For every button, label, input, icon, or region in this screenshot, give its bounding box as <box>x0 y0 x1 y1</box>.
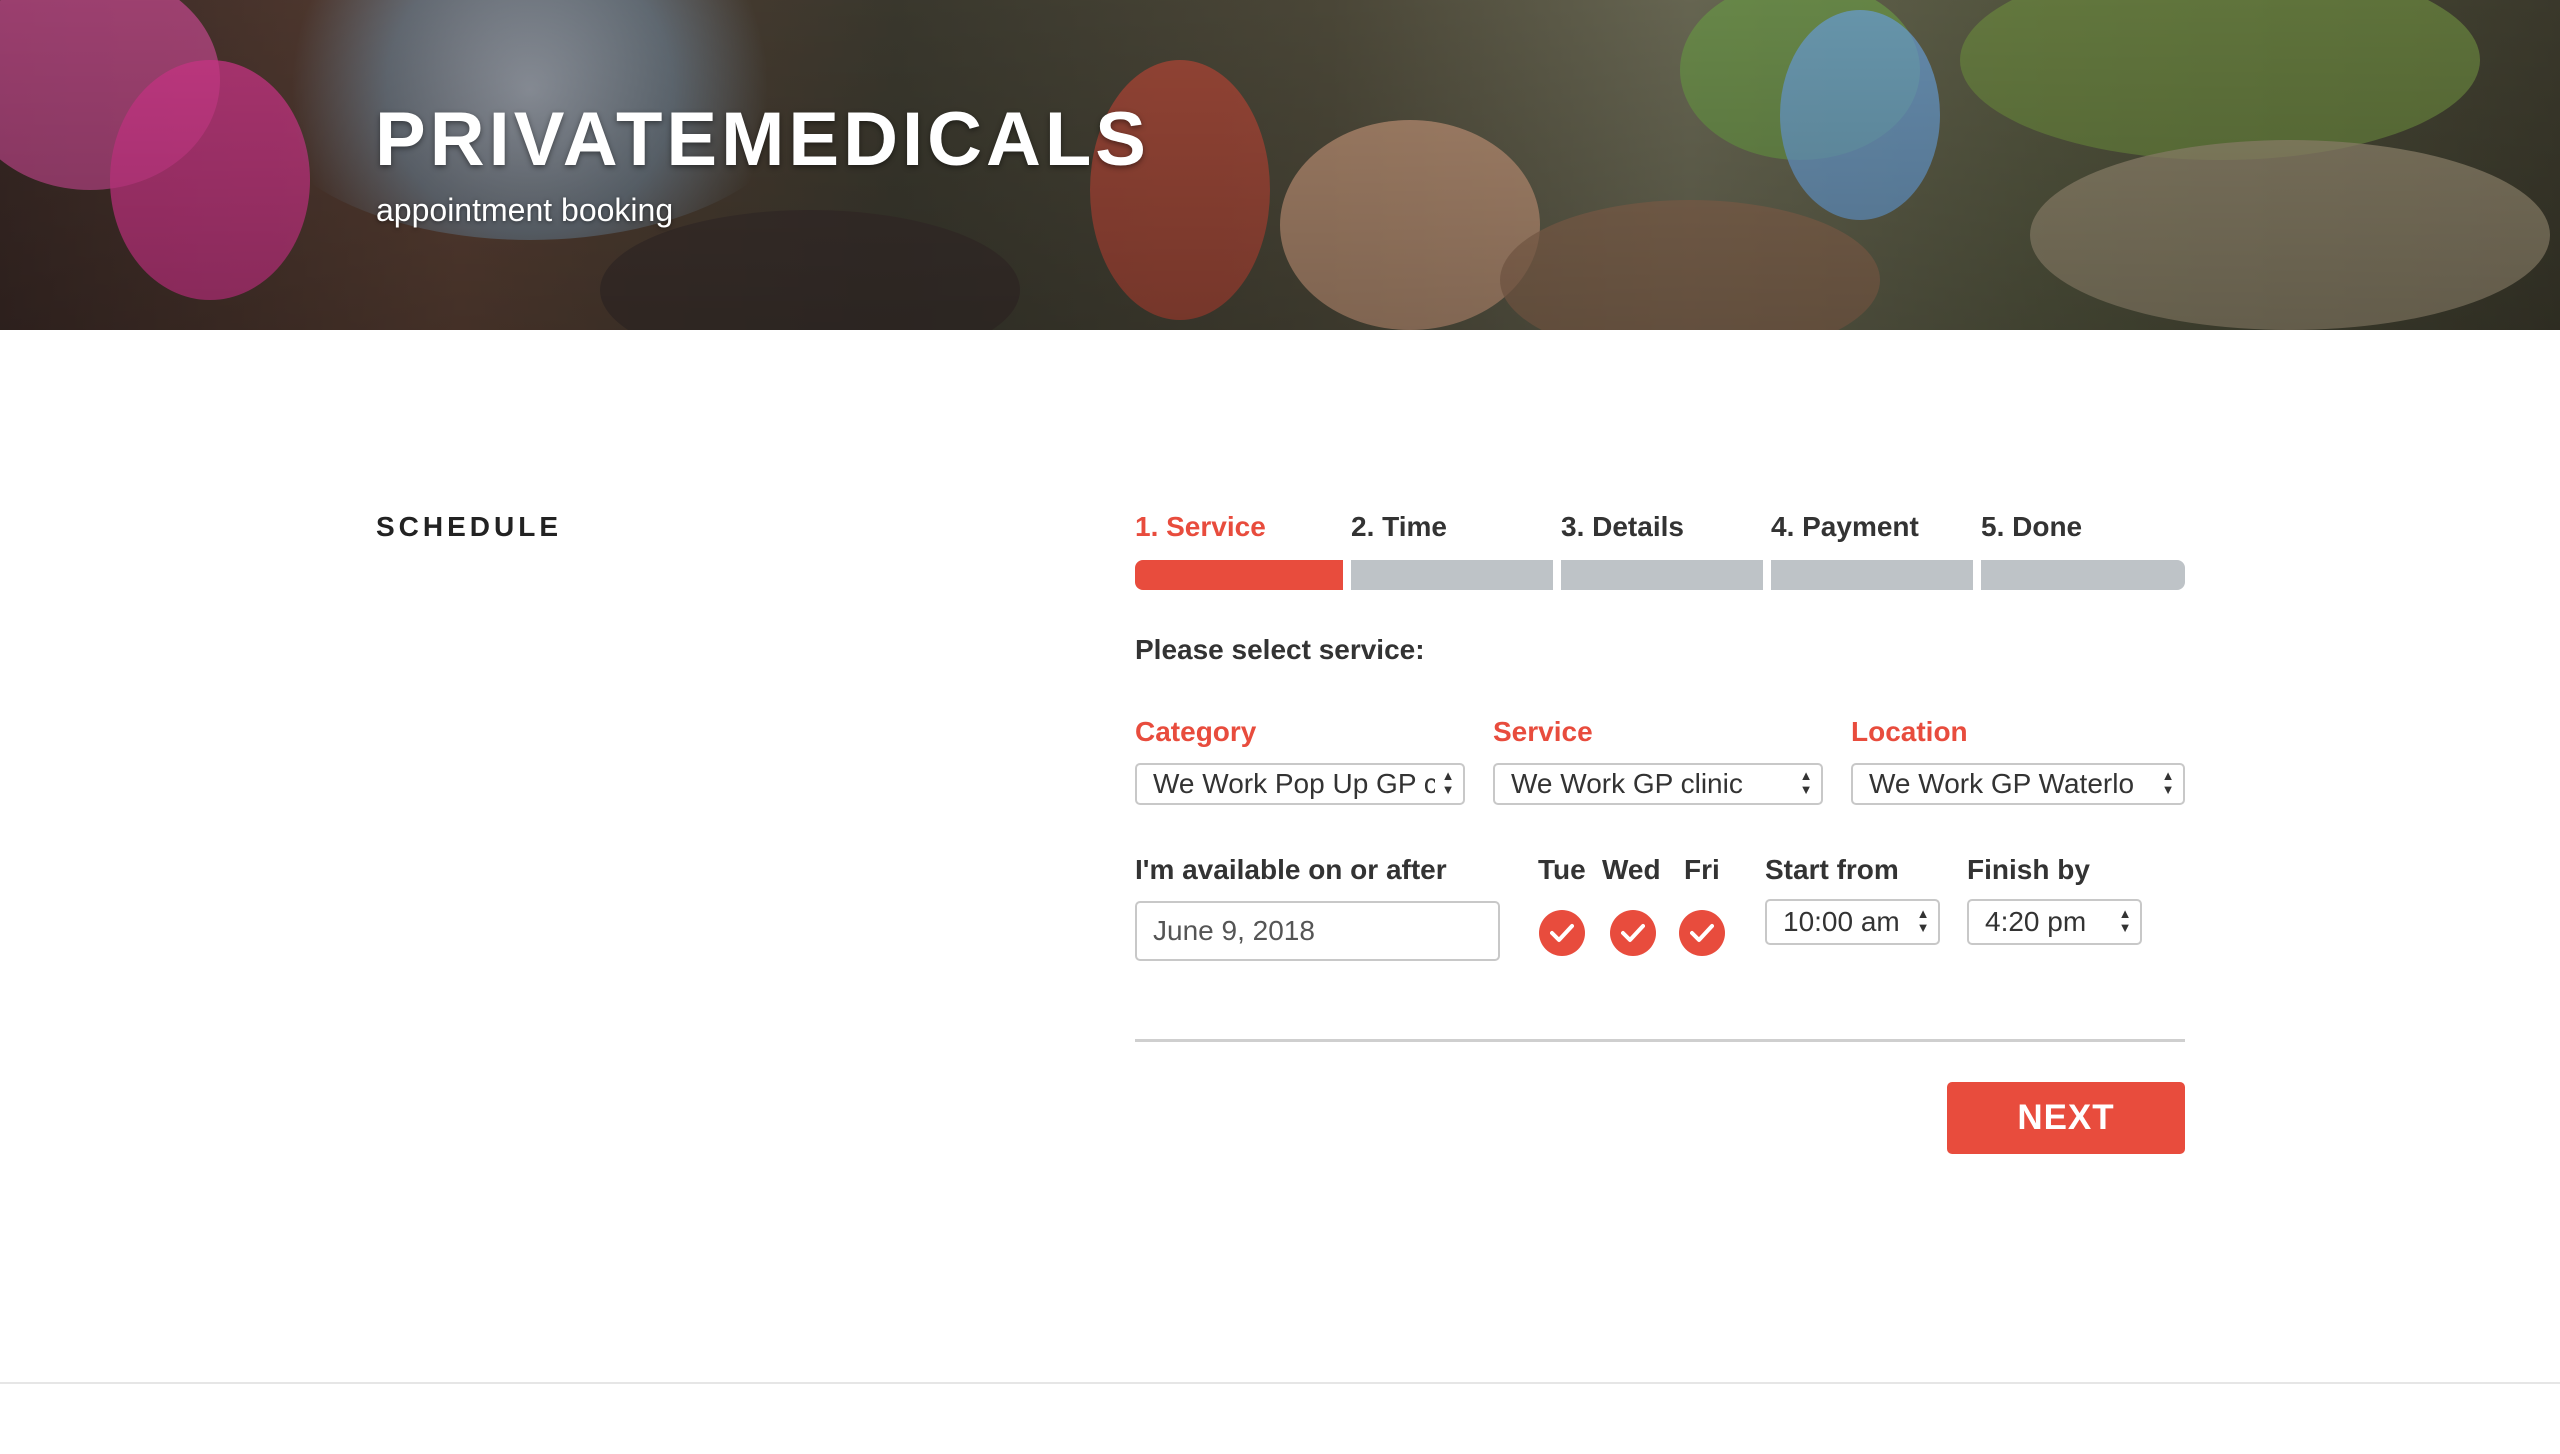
day-label-wed: Wed <box>1602 854 1661 885</box>
location-label: Location <box>1851 716 1968 747</box>
booking-form: 1. Service 2. Time 3. Details 4. Payment… <box>1135 500 2185 1200</box>
step-bar <box>1981 560 2185 590</box>
day-checkbox-fri[interactable] <box>1679 910 1725 956</box>
service-prompt: Please select service: <box>1135 634 1425 665</box>
updown-arrows-icon: ▲ ▼ <box>2161 768 2175 797</box>
updown-arrows-icon: ▲ ▼ <box>1799 768 1813 797</box>
start-time-value: 10:00 am <box>1783 906 1900 937</box>
check-icon <box>1621 924 1645 942</box>
form-divider <box>1135 1039 2185 1042</box>
finish-time-value: 4:20 pm <box>1985 906 2087 937</box>
step-label: 4. Payment <box>1771 511 1919 542</box>
step-done: 5. Done <box>1981 500 2185 592</box>
start-from-label: Start from <box>1765 854 1899 885</box>
day-checkbox-tue[interactable] <box>1539 910 1585 956</box>
step-label: 2. Time <box>1351 511 1447 542</box>
step-bar <box>1351 560 1553 590</box>
progress-steps: 1. Service 2. Time 3. Details 4. Payment… <box>1135 500 2185 592</box>
finish-by-label: Finish by <box>1967 854 2090 885</box>
step-label: 1. Service <box>1135 511 1266 542</box>
category-value: We Work Pop Up GP c <box>1153 768 1435 799</box>
updown-arrows-icon: ▲ ▼ <box>2118 906 2132 935</box>
header-banner: PRIVATEMEDICALS appointment booking <box>0 0 2560 330</box>
step-label: 3. Details <box>1561 511 1684 542</box>
site-description: appointment booking <box>376 192 674 228</box>
check-icon <box>1550 924 1574 942</box>
check-icon <box>1690 924 1714 942</box>
start-time-select[interactable]: 10:00 am ▲ ▼ <box>1765 899 1940 945</box>
step-time: 2. Time <box>1351 500 1553 592</box>
updown-arrows-icon: ▲ ▼ <box>1916 906 1930 935</box>
day-label-tue: Tue <box>1538 854 1586 885</box>
footer-divider <box>0 1382 2560 1384</box>
service-label: Service <box>1493 716 1593 747</box>
availability-label: I'm available on or after <box>1135 854 1447 885</box>
updown-arrows-icon: ▲ ▼ <box>1441 768 1455 797</box>
day-checkbox-wed[interactable] <box>1610 910 1656 956</box>
location-value: We Work GP Waterlo <box>1869 768 2135 799</box>
day-label-fri: Fri <box>1684 854 1720 885</box>
next-button[interactable]: NEXT <box>1947 1082 2185 1154</box>
step-payment: 4. Payment <box>1771 500 1973 592</box>
step-service: 1. Service <box>1135 500 1343 592</box>
date-input[interactable]: June 9, 2018 <box>1135 901 1500 961</box>
finish-time-select[interactable]: 4:20 pm ▲ ▼ <box>1967 899 2142 945</box>
location-select[interactable]: We Work GP Waterlo ▲ ▼ <box>1851 763 2185 805</box>
step-bar-active <box>1135 560 1343 590</box>
step-bar <box>1771 560 1973 590</box>
step-label: 5. Done <box>1981 511 2083 542</box>
service-select[interactable]: We Work GP clinic ▲ ▼ <box>1493 763 1823 805</box>
site-title[interactable]: PRIVATEMEDICALS <box>375 96 1150 183</box>
category-select[interactable]: We Work Pop Up GP c ▲ ▼ <box>1135 763 1465 805</box>
step-details: 3. Details <box>1561 500 1763 592</box>
page-title: SCHEDULE <box>376 511 563 542</box>
step-bar <box>1561 560 1763 590</box>
category-label: Category <box>1135 716 1257 747</box>
service-value: We Work GP clinic <box>1511 768 1743 799</box>
